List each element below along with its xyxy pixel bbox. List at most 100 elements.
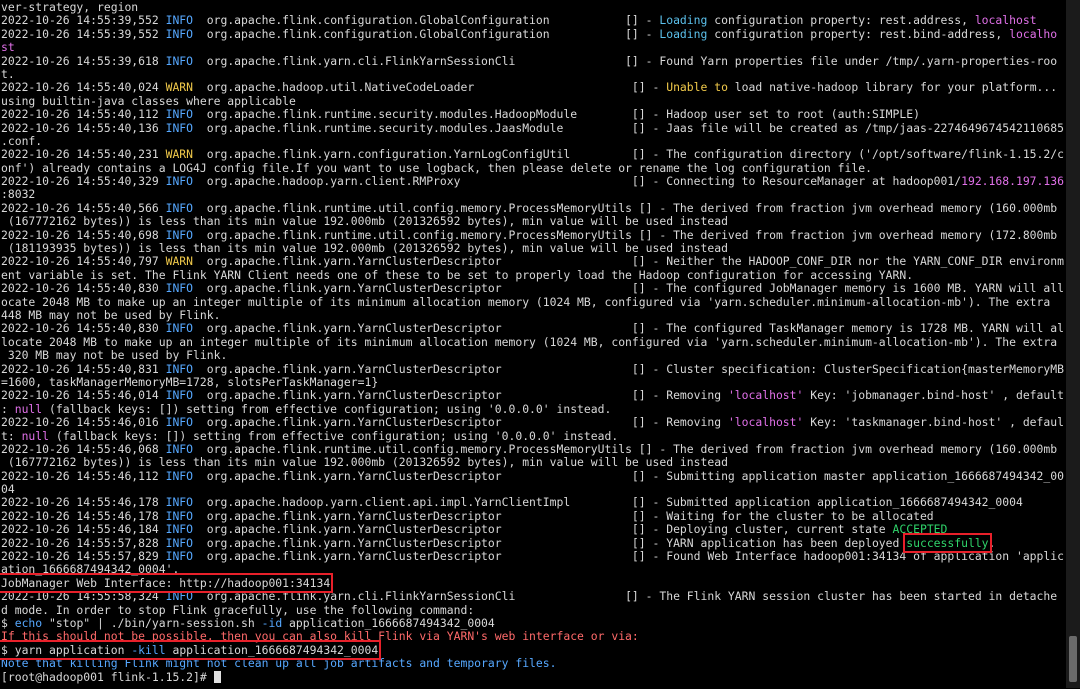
terminal-text-segment: INFO <box>165 227 200 242</box>
terminal-line: 2022-10-26 14:55:40,024 WARN org.apache.… <box>0 81 1066 94</box>
terminal-text-segment: null <box>14 401 43 416</box>
vertical-scrollbar[interactable] <box>1066 0 1080 688</box>
terminal-text-segment: ent variable is set. The Flink YARN Clie… <box>1 267 914 282</box>
terminal-text-segment: Key: 'jobmanager.bind-host' , default <box>803 388 1064 403</box>
terminal-text-segment: org.apache.flink.yarn.YarnClusterDescrip… <box>199 535 907 550</box>
terminal-text-segment: org.apache.flink.yarn.YarnClusterDescrip… <box>199 508 934 523</box>
terminal-line: locate 2048 MB to make up an integer mul… <box>0 335 1066 349</box>
terminal-text-segment: 448 MB may not be used by Flink. <box>1 307 221 322</box>
terminal-text-segment: 2022-10-26 14:55:40,797 <box>1 254 166 269</box>
terminal-line: 2022-10-26 14:55:40,566 INFO org.apache.… <box>0 200 1066 215</box>
terminal-window[interactable]: ver-strategy, region 2022-10-26 14:55:39,… <box>0 0 1066 689</box>
terminal-text-segment: org.apache.flink.configuration.GlobalCon… <box>199 13 660 28</box>
terminal-text-segment: 2022-10-26 14:55:40,112 <box>1 107 166 122</box>
terminal-text-segment: using builtin-java classes where applica… <box>1 93 296 108</box>
terminal-text-segment: org.apache.flink.runtime.security.module… <box>199 120 1064 135</box>
terminal-text-segment: 2022-10-26 14:55:46,184 <box>1 522 166 537</box>
terminal-text-segment: 2022-10-26 14:55:40,831 <box>1 361 166 376</box>
terminal-text-segment: configuration property: rest.bind-addres… <box>707 26 1010 41</box>
terminal-line: 2022-10-26 14:55:46,178 INFO org.apache.… <box>0 508 1066 523</box>
terminal-text-segment: -id <box>261 615 283 630</box>
terminal-text-segment: INFO <box>165 361 200 376</box>
terminal-text-segment: org.apache.flink.yarn.YarnClusterDescrip… <box>199 254 1064 269</box>
terminal-text-segment: org.apache.flink.runtime.util.config.mem… <box>199 441 1058 456</box>
scrollbar-thumb[interactable] <box>1069 636 1077 682</box>
terminal-text-segment: 2022-10-26 14:55:39,552 <box>1 26 166 41</box>
terminal-text-segment: org.apache.flink.runtime.util.config.mem… <box>199 200 1058 215</box>
terminal-text-segment: null <box>21 428 50 443</box>
terminal-text-segment: INFO <box>165 522 200 537</box>
terminal-text-segment: 2022-10-26 14:55:46,016 <box>1 415 166 430</box>
terminal-text-segment: INFO <box>165 589 200 604</box>
terminal-text-segment: org.apache.flink.yarn.YarnClusterDescrip… <box>199 388 728 403</box>
log-output: ver-strategy, region 2022-10-26 14:55:39,… <box>0 0 1066 671</box>
terminal-line: Note that killing Flink might not clean … <box>0 656 1066 670</box>
terminal-text-segment: WARN <box>165 254 200 269</box>
terminal-line: 04 <box>0 482 1066 497</box>
terminal-text-segment: org.apache.flink.yarn.cli.FlinkYarnSessi… <box>199 53 1058 68</box>
terminal-text-segment: ocate 2048 MB to make up an integer mult… <box>1 294 1051 309</box>
command-prompt-line[interactable]: [root@hadoop001 flink-1.15.2]# <box>0 670 1066 684</box>
terminal-text-segment: -kill <box>131 642 166 657</box>
terminal-text-segment: 2022-10-26 14:55:57,828 <box>1 535 166 550</box>
terminal-text-segment: org.apache.hadoop.yarn.client.api.impl.Y… <box>199 495 1023 510</box>
terminal-text-segment: INFO <box>165 415 200 430</box>
terminal-line: ver-strategy, region <box>0 0 1066 14</box>
terminal-text-segment: Unable to <box>666 80 728 95</box>
terminal-text-segment: (167772162 bytes)) is less than its min … <box>1 455 728 470</box>
text-cursor <box>213 670 221 683</box>
terminal-text-segment: org.apache.flink.yarn.YarnClusterDescrip… <box>199 361 1064 376</box>
terminal-line: 2022-10-26 14:55:40,831 INFO org.apache.… <box>0 361 1066 376</box>
terminal-text-segment: 2022-10-26 14:55:40,566 <box>1 200 166 215</box>
terminal-text-segment: t: <box>1 428 22 443</box>
terminal-line: 2022-10-26 14:55:46,014 INFO org.apache.… <box>0 389 1066 402</box>
terminal-text-segment: 2022-10-26 14:55:39,618 <box>1 53 166 68</box>
terminal-text-segment: localhost <box>974 13 1037 28</box>
terminal-text-segment: INFO <box>165 441 200 456</box>
terminal-line: ation_1666687494342_0004'. <box>0 563 1066 576</box>
terminal-text-segment: INFO <box>165 174 200 189</box>
terminal-text-segment: INFO <box>165 13 200 28</box>
terminal-line: .conf. <box>0 133 1066 148</box>
terminal-text-segment: org.apache.hadoop.util.NativeCodeLoader … <box>199 80 667 95</box>
terminal-text-segment: t. <box>1 66 15 81</box>
terminal-text-segment: .conf. <box>1 133 43 148</box>
terminal-text-segment: 2022-10-26 14:55:40,830 <box>1 321 166 336</box>
terminal-text-segment: WARN <box>165 80 200 95</box>
terminal-text-segment: INFO <box>165 107 200 122</box>
terminal-line: 2022-10-26 14:55:46,184 INFO org.apache.… <box>0 523 1066 536</box>
terminal-text-segment: INFO <box>165 321 200 336</box>
terminal-text-segment: 2022-10-26 14:55:40,231 <box>1 147 166 162</box>
terminal-text-segment: 2022-10-26 14:55:40,830 <box>1 281 166 296</box>
terminal-text-segment: 2022-10-26 14:55:39,552 <box>1 13 166 28</box>
terminal-line: using builtin-java classes where applica… <box>0 93 1066 108</box>
terminal-text-segment: $ <box>1 615 15 630</box>
terminal-text-segment: 2022-10-26 14:55:46,178 <box>1 495 166 510</box>
terminal-text-segment: st <box>1 40 15 55</box>
terminal-text-segment: org.apache.flink.yarn.configuration.Yarn… <box>199 147 1064 162</box>
terminal-text-segment: 04 <box>1 482 15 497</box>
terminal-text-segment: org.apache.flink.yarn.YarnClusterDescrip… <box>199 415 728 430</box>
terminal-text-segment: (fallback keys: []) setting from effecti… <box>42 401 612 416</box>
terminal-line: 2022-10-26 14:55:40,830 INFO org.apache.… <box>0 282 1066 295</box>
terminal-text-segment: org.apache.flink.yarn.YarnClusterDescrip… <box>199 321 1064 336</box>
terminal-line: (181193935 bytes)) is less than its min … <box>0 241 1066 255</box>
terminal-text-segment: INFO <box>165 468 200 483</box>
terminal-text-segment: "stop" | ./bin/yarn-session.sh <box>42 615 262 630</box>
terminal-text-segment: INFO <box>165 549 200 564</box>
terminal-line: If this should not be possible, then you… <box>0 630 1066 643</box>
terminal-text-segment: localho <box>1009 26 1058 41</box>
terminal-text-segment: org.apache.flink.yarn.YarnClusterDescrip… <box>199 468 1064 483</box>
terminal-text-segment: echo <box>14 615 43 630</box>
terminal-line: JobManager Web Interface: http://hadoop0… <box>0 572 1066 593</box>
highlight-box: $ yarn application -kill application_166… <box>0 639 382 660</box>
terminal-line: t. <box>0 66 1066 81</box>
terminal-line: (167772162 bytes)) is less than its min … <box>0 456 1066 469</box>
terminal-text-segment: 'localhost' <box>727 388 804 403</box>
highlight-box: successfully <box>903 532 992 553</box>
terminal-text-segment: =1600, taskManagerMemoryMB=1728, slotsPe… <box>1 374 379 389</box>
terminal-line: 2022-10-26 14:55:40,797 WARN org.apache.… <box>0 255 1066 268</box>
terminal-line: st <box>0 40 1066 55</box>
terminal-text-segment: 2022-10-26 14:55:40,136 <box>1 120 166 135</box>
terminal-text-segment: INFO <box>165 281 200 296</box>
